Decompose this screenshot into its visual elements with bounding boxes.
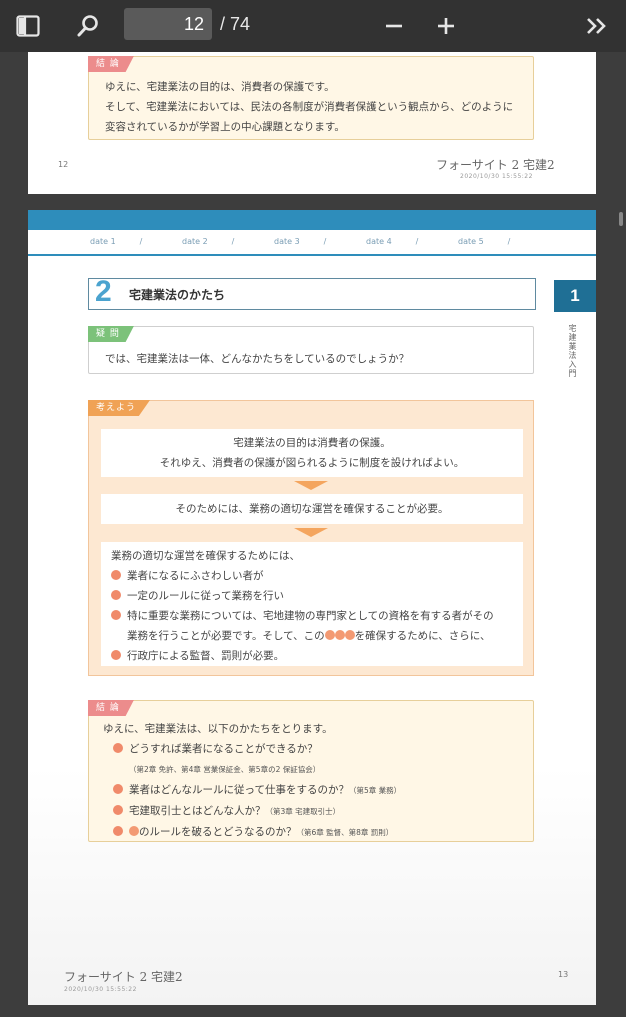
bullet-icon [113,743,123,753]
date-field-1: date 1/ [90,237,143,246]
page-number: 13 [558,970,569,979]
bullet-icon [111,610,121,620]
bullet-icon [324,630,335,640]
reasoning-line: それゆえ、消費者の保護が図られるように制度を設ければよい。 [159,457,465,469]
date-field-2: date 2/ [182,237,235,246]
down-arrow-icon [294,481,328,490]
page-number-input[interactable]: 12 [124,8,212,40]
bullet-icon [113,826,123,836]
reasoning-item: 業者になるにふさわしい者が [111,566,523,586]
bullet-icon [344,630,355,640]
chapter-tab: 1 [554,280,596,312]
section-number: 2 [95,275,112,308]
reasoning-box-1: 宅建業法の目的は消費者の保護。 それゆえ、消費者の保護が図られるように制度を設け… [101,429,523,477]
reasoning-item: 一定のルールに従って業務を行い [111,586,523,606]
footer-date: 2020/10/30 15:55:22 [460,173,533,180]
pdf-page-12: 結 論 ゆえに、宅建業法の目的は、消費者の保護です。 そして、宅建業法においては… [28,52,596,194]
reasoning-box-2: そのためには、業務の適切な運営を確保することが必要。 [101,494,523,524]
question-tag: 疑 問 [88,326,134,342]
conclusion-box: 結 論 ゆえに、宅建業法は、以下のかたちをとります。 どうすれば業者になることが… [88,700,534,842]
think-tag: 考えよう [88,400,151,416]
chapter-tab-label: 宅建業法入門 [568,324,577,378]
pdf-toolbar: 12 / 74 [0,0,626,52]
conclusion-item: 業者はどんなルールに従って仕事をするのか？（第5章 業務） [103,780,401,801]
footer-title: フォーサイト 2 宅建2 [64,970,183,984]
sidebar-toggle-icon[interactable] [10,8,46,44]
bullet-icon [111,590,121,600]
bullet-icon [129,826,139,836]
date-field-4: date 4/ [366,237,419,246]
reasoning-intro: 業務の適切な運営を確保するためには、 [111,550,300,562]
down-arrow-icon [294,528,328,537]
bullet-icon [111,570,121,580]
conclusion-note: （第2章 免許、第4章 営業保証金、第5章の2 保証協会） [129,765,321,774]
conclusion-item: どうすれば業者になることができるか？ [103,739,401,759]
page-total: / 74 [220,14,251,34]
conclusion-line: 変容されているかが学習上の中心課題となります。 [105,121,345,133]
footer-date: 2020/10/30 15:55:22 [64,986,137,993]
date-field-3: date 3/ [274,237,327,246]
bullet-icon [113,784,123,794]
section-title: 宅建業法のかたち [129,288,226,302]
reasoning-item: 特に重要な業務については、宅地建物の専門家としての資格を有する者がその [111,606,523,626]
conclusion-tag: 結 論 [88,56,134,72]
scrollbar-thumb[interactable] [619,212,623,226]
zoom-out-icon[interactable] [376,8,412,44]
section-heading: 2 宅建業法のかたち [88,275,536,310]
search-icon[interactable] [70,8,106,44]
conclusion-line: そして、宅建業法においては、民法の各制度が消費者保護という観点から、どのように [105,101,514,113]
document-viewer[interactable]: 結 論 ゆえに、宅建業法の目的は、消費者の保護です。 そして、宅建業法においては… [0,52,626,1017]
question-box: 疑 問 では、宅建業法は一体、どんなかたちをしているのでしょうか？ [88,326,534,374]
reasoning-line: 宅建業法の目的は消費者の保護。 [233,437,391,449]
conclusion-line: ゆえに、宅建業法の目的は、消費者の保護です。 [105,81,335,93]
reasoning-line: そのためには、業務の適切な運営を確保することが必要。 [175,503,449,515]
bullet-icon [111,650,121,660]
conclusion-item: 宅建取引士とはどんな人か？（第3章 宅建取引士） [103,801,401,822]
conclusion-item: のルールを破るとどうなるのか？（第6章 監督、第8章 罰則） [103,822,401,843]
conclusion-intro: ゆえに、宅建業法は、以下のかたちをとります。 [103,723,333,735]
reasoning-item: 業務を行うことが必要です。そして、この を確保するために、さらに、 [127,630,491,642]
footer-title: フォーサイト 2 宅建2 [436,158,555,172]
zoom-in-icon[interactable] [428,8,464,44]
date-field-5: date 5/ [458,237,511,246]
bullet-icon [113,805,123,815]
study-date-row: date 1/ date 2/ date 3/ date 4/ date 5/ [28,230,596,256]
page-header-bar [28,210,596,230]
more-tools-icon[interactable] [578,8,614,44]
bullet-icon [334,630,345,640]
reasoning-item: 行政庁による監督、罰則が必要。 [111,646,523,666]
think-box: 考えよう 宅建業法の目的は消費者の保護。 それゆえ、消費者の保護が図られるように… [88,400,534,676]
conclusion-tag: 結 論 [88,700,134,716]
pdf-page-13: date 1/ date 2/ date 3/ date 4/ date 5/ … [28,210,596,1005]
conclusion-box: 結 論 ゆえに、宅建業法の目的は、消費者の保護です。 そして、宅建業法においては… [88,56,534,140]
reasoning-box-3: 業務の適切な運営を確保するためには、 業者になるにふさわしい者が 一定のルールに… [101,542,523,666]
question-text: では、宅建業法は一体、どんなかたちをしているのでしょうか？ [105,353,410,365]
page-number: 12 [58,160,69,169]
